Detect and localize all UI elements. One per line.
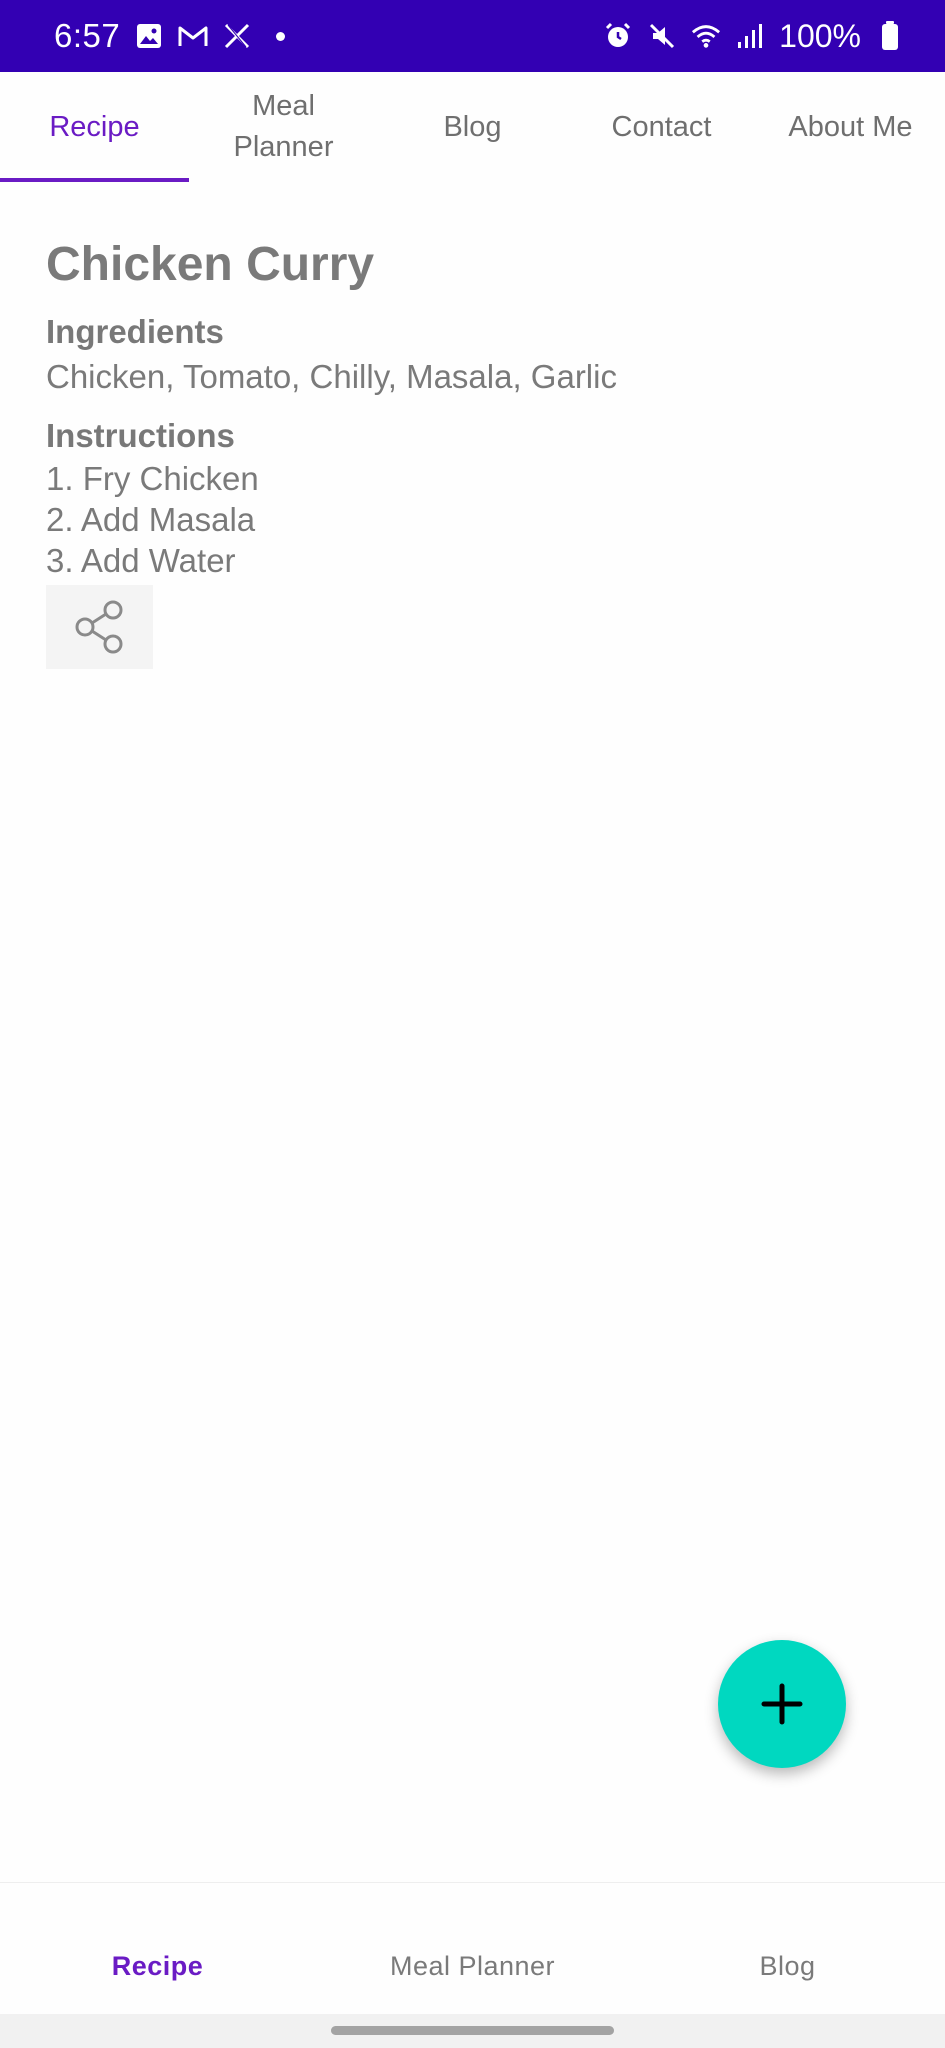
bottom-tab-meal-planner[interactable]: Meal Planner — [315, 1883, 630, 2014]
notification-dot — [276, 31, 286, 41]
bottom-tab-blog[interactable]: Blog — [630, 1883, 945, 2014]
signal-icon — [735, 21, 765, 51]
ingredients-heading: Ingredients — [46, 313, 224, 350]
wifi-icon — [691, 21, 721, 51]
top-tab-contact[interactable]: Contact — [567, 72, 756, 182]
share-icon — [75, 600, 122, 654]
instructions-heading: Instructions — [46, 417, 235, 454]
x-icon — [222, 21, 252, 51]
battery-percent: 100% — [779, 17, 861, 54]
instruction-step: 3. Add Water — [46, 542, 236, 579]
top-tab-recipe[interactable]: Recipe — [0, 72, 189, 182]
top-tab-about-me[interactable]: About Me — [756, 72, 945, 182]
gallery-icon — [134, 21, 164, 51]
status-bar: 6:57 100% — [0, 0, 945, 72]
plus-icon — [761, 1683, 803, 1725]
instructions-list: 1. Fry Chicken 2. Add Masala 3. Add Wate… — [46, 458, 906, 581]
home-gesture-handle[interactable] — [331, 2026, 614, 2035]
instruction-step: 2. Add Masala — [46, 501, 256, 538]
system-gesture-area — [0, 2014, 945, 2048]
top-tab-blog[interactable]: Blog — [378, 72, 567, 182]
share-button[interactable] — [46, 585, 153, 669]
top-tab-meal-planner[interactable]: Meal Planner — [189, 72, 378, 182]
bottom-tab-recipe[interactable]: Recipe — [0, 1883, 315, 2014]
status-right: 100% — [603, 18, 905, 55]
recipe-card: Chicken Curry Ingredients Chicken, Tomat… — [46, 230, 906, 669]
top-tab-meal-planner-label: Meal Planner — [233, 90, 334, 163]
top-tab-bar: Recipe Meal Planner Blog Contact About M… — [0, 72, 945, 182]
gmail-icon — [178, 21, 208, 51]
ingredients-text: Chicken, Tomato, Chilly, Masala, Garlic — [46, 358, 617, 395]
mute-icon — [647, 21, 677, 51]
alarm-icon — [603, 21, 633, 51]
instruction-step: 1. Fry Chicken — [46, 460, 259, 497]
add-recipe-fab[interactable] — [718, 1640, 846, 1768]
bottom-navigation: Recipe Meal Planner Blog — [0, 1882, 945, 2014]
status-left: 6:57 — [54, 17, 286, 55]
recipe-title: Chicken Curry — [46, 238, 375, 291]
status-time: 6:57 — [54, 17, 121, 54]
battery-icon — [875, 21, 905, 51]
